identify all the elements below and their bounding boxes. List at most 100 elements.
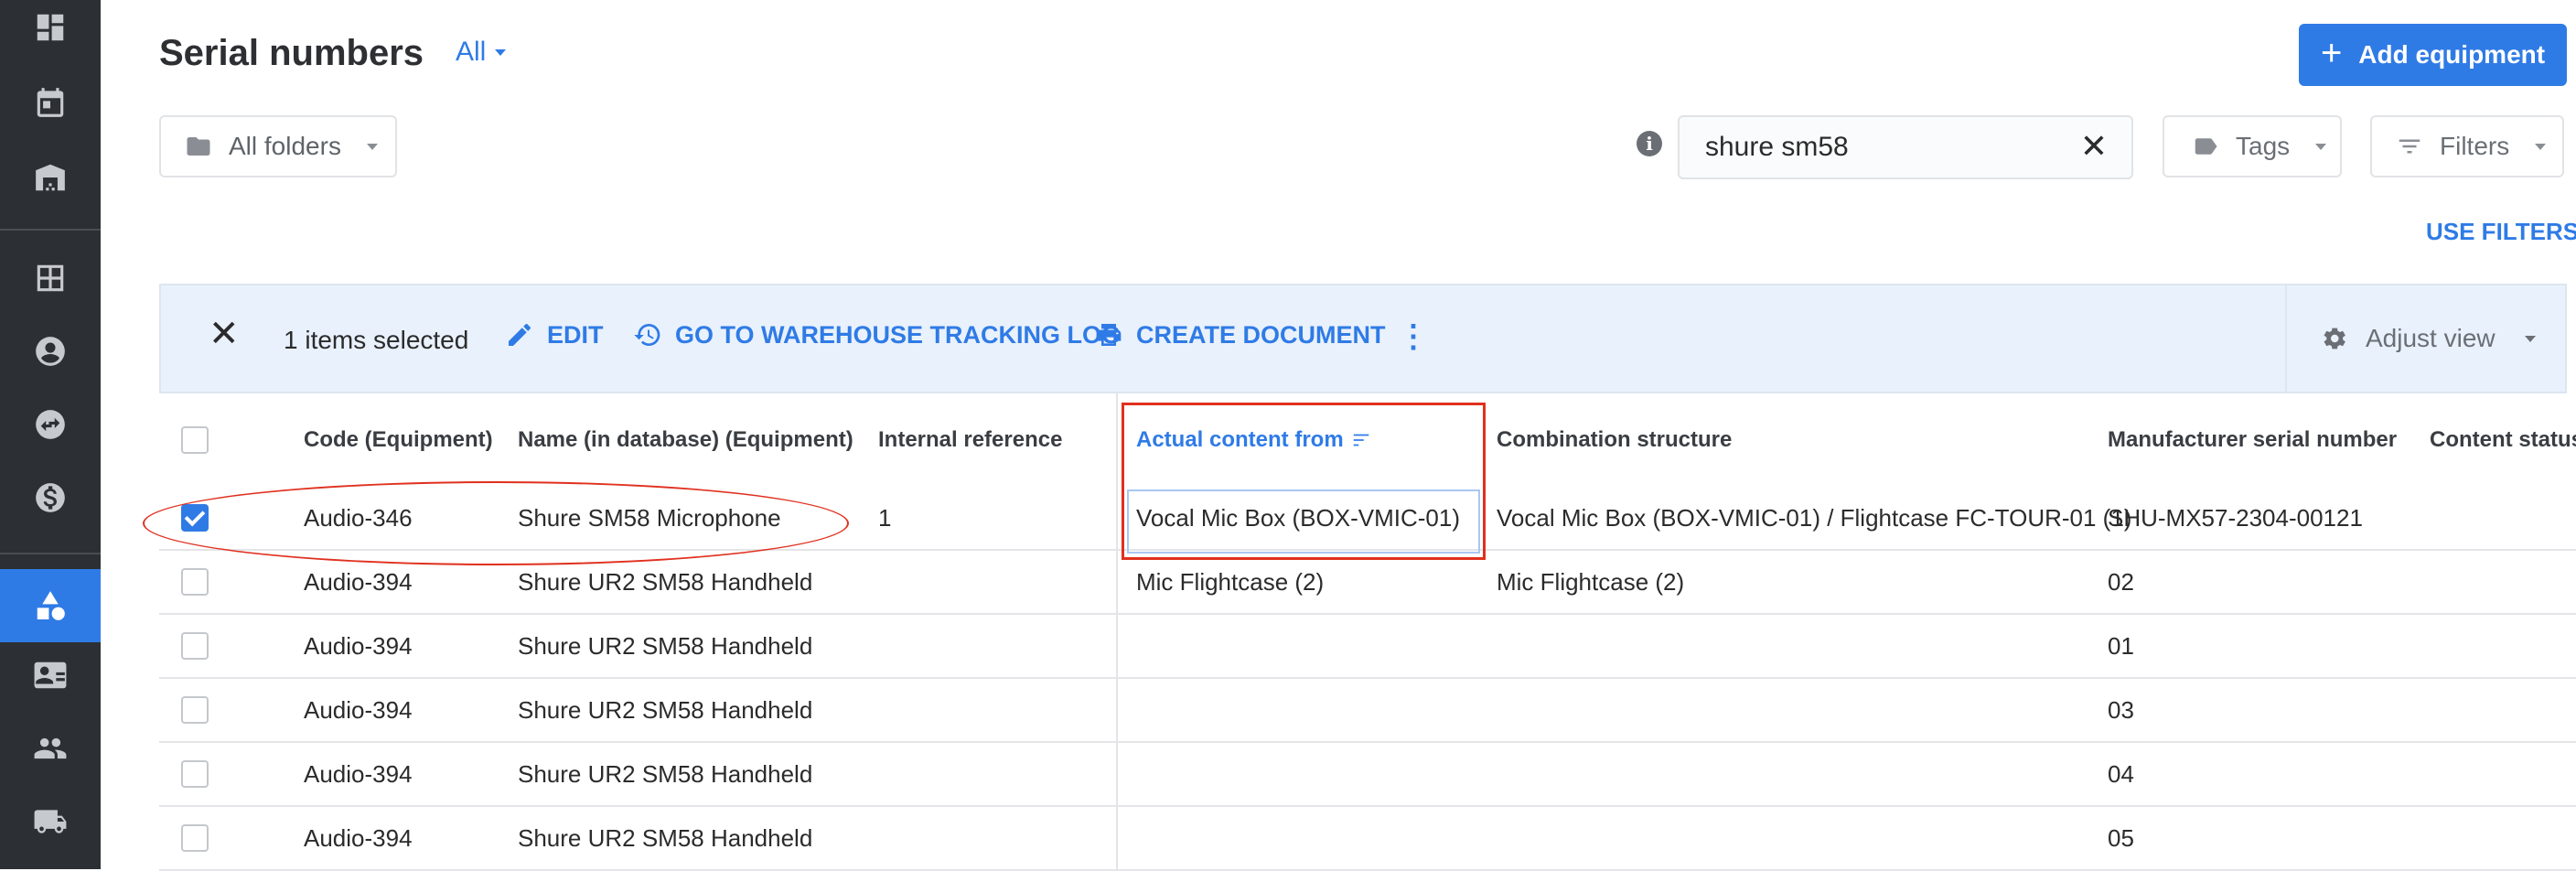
col-header-content-status[interactable]: Content status xyxy=(2430,393,2576,487)
cell-combination[interactable]: Vocal Mic Box (BOX-VMIC-01) / Flightcase… xyxy=(1497,487,2131,549)
col-header-actual-content-label: Actual content from xyxy=(1136,427,1344,452)
add-equipment-button[interactable]: + Add equipment xyxy=(2299,24,2567,86)
cell-name[interactable]: Shure UR2 SM58 Handheld xyxy=(518,807,812,869)
row-checkbox[interactable] xyxy=(181,696,209,724)
col-header-manufacturer-serial[interactable]: Manufacturer serial number xyxy=(2108,393,2397,487)
cell-manufacturer-serial[interactable]: 04 xyxy=(2108,743,2134,805)
sidebar-item-contacts[interactable] xyxy=(0,639,101,712)
table-row[interactable]: Audio-394 Shure UR2 SM58 Handheld 01 xyxy=(159,615,2576,679)
cell-code[interactable]: Audio-394 xyxy=(304,551,413,613)
cell-actual-content[interactable]: Mic Flightcase (2) xyxy=(1136,551,1324,613)
edit-button[interactable]: EDIT xyxy=(505,320,604,349)
filters-dropdown[interactable]: Filters xyxy=(2370,115,2564,177)
caret-down-icon xyxy=(2524,335,2536,342)
cell-manufacturer-serial[interactable]: 01 xyxy=(2108,615,2134,677)
sidebar-item-dashboard[interactable] xyxy=(0,0,101,64)
col-header-combination[interactable]: Combination structure xyxy=(1497,393,1732,487)
sidebar-item-account[interactable] xyxy=(0,315,101,388)
create-document-button[interactable]: CREATE DOCUMENT xyxy=(1094,320,1386,349)
page-title: Serial numbers xyxy=(159,33,424,73)
transfer-icon xyxy=(36,410,65,439)
sidebar-item-table[interactable] xyxy=(0,242,101,315)
table-row[interactable]: Audio-394 Shure UR2 SM58 Handheld 05 xyxy=(159,807,2576,871)
history-icon xyxy=(634,323,660,346)
cell-name[interactable]: Shure UR2 SM58 Handheld xyxy=(518,679,812,741)
cell-manufacturer-serial[interactable]: SHU-MX57-2304-00121 xyxy=(2108,487,2363,549)
more-vertical-icon[interactable]: ⋮ xyxy=(1398,318,1429,355)
cell-code[interactable]: Audio-346 xyxy=(304,487,413,549)
people-icon xyxy=(34,737,67,759)
sidebar-item-transport[interactable] xyxy=(0,785,101,858)
sidebar-item-equipment[interactable] xyxy=(0,569,101,642)
plus-icon: + xyxy=(2320,33,2343,73)
sidebar-item-warehouse[interactable] xyxy=(0,141,101,214)
cell-internal-ref[interactable]: 1 xyxy=(878,487,891,549)
search-field: ✕ xyxy=(1678,115,2133,179)
dollar-icon xyxy=(36,483,65,512)
row-checkbox[interactable] xyxy=(181,760,209,788)
filters-label: Filters xyxy=(2440,132,2510,160)
sidebar-item-calendar[interactable] xyxy=(0,66,101,139)
info-icon[interactable]: i xyxy=(1637,131,1662,156)
sidebar-divider xyxy=(0,229,101,231)
folders-dropdown[interactable]: All folders xyxy=(159,115,397,177)
tracking-log-button[interactable]: GO TO WAREHOUSE TRACKING LOG xyxy=(633,320,1121,349)
view-filter-dropdown[interactable]: All xyxy=(456,37,507,68)
table-row[interactable]: Audio-394 Shure UR2 SM58 Handheld 04 xyxy=(159,743,2576,807)
cell-manufacturer-serial[interactable]: 05 xyxy=(2108,807,2134,869)
folders-label: All folders xyxy=(229,132,341,160)
cell-name[interactable]: Shure SM58 Microphone xyxy=(518,487,781,549)
view-filter-label: All xyxy=(456,37,487,67)
filter-lines-icon xyxy=(2399,139,2420,154)
cell-code[interactable]: Audio-394 xyxy=(304,807,413,869)
cell-manufacturer-serial[interactable]: 02 xyxy=(2108,551,2134,613)
contact-card-icon xyxy=(34,661,67,689)
calendar-icon xyxy=(37,88,64,117)
col-header-code[interactable]: Code (Equipment) xyxy=(304,393,493,487)
cell-actual-content[interactable]: Vocal Mic Box (BOX-VMIC-01) xyxy=(1136,487,1460,549)
table-row[interactable]: Audio-394 Shure UR2 SM58 Handheld Mic Flig… xyxy=(159,551,2576,615)
row-checkbox[interactable] xyxy=(181,504,209,532)
sidebar-divider xyxy=(0,553,101,554)
sidebar-item-people[interactable] xyxy=(0,712,101,785)
cell-name[interactable]: Shure UR2 SM58 Handheld xyxy=(518,615,812,677)
table-icon xyxy=(37,264,64,292)
pencil-icon xyxy=(509,323,531,346)
col-header-name[interactable]: Name (in database) (Equipment) xyxy=(518,393,853,487)
cell-combination[interactable]: Mic Flightcase (2) xyxy=(1497,551,1684,613)
cell-manufacturer-serial[interactable]: 03 xyxy=(2108,679,2134,741)
table-row[interactable]: Audio-394 Shure UR2 SM58 Handheld 03 xyxy=(159,679,2576,743)
row-checkbox[interactable] xyxy=(181,568,209,596)
column-divider xyxy=(1116,393,1118,869)
select-all-checkbox[interactable] xyxy=(181,426,209,454)
cell-name[interactable]: Shure UR2 SM58 Handheld xyxy=(518,551,812,613)
close-icon[interactable]: ✕ xyxy=(209,313,240,355)
table-row[interactable]: Audio-346 Shure SM58 Microphone 1 Vocal Mic… xyxy=(159,487,2576,551)
adjust-view-dropdown[interactable]: Adjust view xyxy=(2285,284,2571,393)
selection-count: 1 items selected xyxy=(284,326,469,354)
sidebar-item-finance[interactable] xyxy=(0,461,101,534)
col-header-internal-ref[interactable]: Internal reference xyxy=(878,393,1062,487)
printer-icon xyxy=(1096,324,1122,346)
dashboard-icon xyxy=(37,14,64,41)
caret-down-icon xyxy=(366,143,378,150)
cell-name[interactable]: Shure UR2 SM58 Handheld xyxy=(518,743,812,805)
cell-code[interactable]: Audio-394 xyxy=(304,615,413,677)
clear-search-icon[interactable]: ✕ xyxy=(2080,130,2108,163)
cell-code[interactable]: Audio-394 xyxy=(304,743,413,805)
table-header: Code (Equipment) Name (in database) (Equ… xyxy=(159,393,2576,489)
add-equipment-label: Add equipment xyxy=(2358,40,2546,69)
row-select-cell xyxy=(181,615,209,677)
sidebar-item-transfer[interactable] xyxy=(0,388,101,461)
search-input[interactable] xyxy=(1705,132,2053,163)
use-filters-link[interactable]: USE FILTERS xyxy=(2426,218,2576,246)
row-checkbox[interactable] xyxy=(181,824,209,852)
tracking-log-label: GO TO WAREHOUSE TRACKING LOG xyxy=(675,320,1122,349)
truck-icon xyxy=(34,810,67,833)
col-header-actual-content[interactable]: Actual content from xyxy=(1136,393,1371,487)
tags-dropdown[interactable]: Tags xyxy=(2163,115,2342,177)
row-checkbox[interactable] xyxy=(181,632,209,660)
cell-code[interactable]: Audio-394 xyxy=(304,679,413,741)
account-icon xyxy=(36,337,65,366)
row-select-cell xyxy=(181,551,209,613)
